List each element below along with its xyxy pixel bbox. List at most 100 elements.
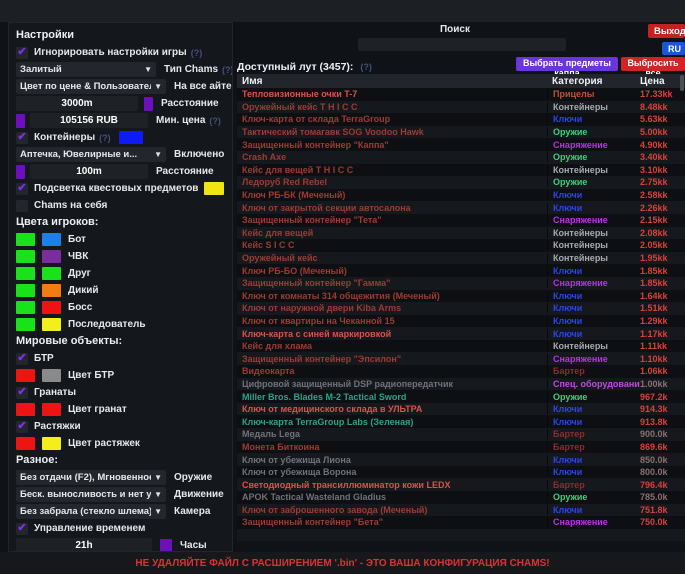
header-price[interactable]: Цена — [640, 76, 685, 87]
table-row[interactable]: Защищенный контейнер "Бета" Снаряжение 7… — [237, 516, 685, 529]
table-row[interactable]: Цифровой защищенный DSP радиопередатчик … — [237, 378, 685, 391]
help-icon[interactable]: (?) — [360, 62, 372, 72]
item-name: Кейс для вещей — [237, 228, 547, 238]
weapon-dropdown[interactable]: Без отдачи (F2), Мгновенное п ▼ — [16, 470, 166, 485]
table-row[interactable]: Кейс для вещей T H I C C Контейнеры 3.10… — [237, 164, 685, 177]
help-icon[interactable]: (?) — [191, 48, 203, 58]
checkbox[interactable]: ✔ — [16, 421, 28, 433]
checkbox[interactable]: ✔ — [16, 387, 28, 399]
containers-color-swatch[interactable] — [119, 131, 143, 144]
help-icon[interactable]: (?) — [209, 116, 221, 126]
color-swatch-secondary[interactable] — [42, 403, 61, 416]
table-row[interactable]: Кейс для вещей Контейнеры 2.08kk — [237, 227, 685, 240]
color-swatch-primary[interactable] — [16, 250, 35, 263]
hours-input[interactable]: 21h — [16, 538, 152, 552]
table-row[interactable]: Тактический томагавк SOG Voodoo Hawk Ору… — [237, 126, 685, 139]
table-row[interactable]: APOK Tactical Wasteland Gladius Оружие 7… — [237, 491, 685, 504]
table-row[interactable]: Светодиодный трансиллюминатор кожи LEDX … — [237, 478, 685, 491]
table-row[interactable]: Кейс S I C C Контейнеры 2.05kk — [237, 239, 685, 252]
table-row[interactable]: Тепловизионные очки T-7 Прицелы 17.33kk — [237, 88, 685, 101]
color-swatch-primary[interactable] — [16, 318, 35, 331]
movement-dropdown[interactable]: Беск. выносливость и нет уста ▼ — [16, 487, 166, 502]
item-category: Снаряжение — [547, 215, 640, 225]
table-row[interactable]: Защищенный контейнер "Эпсилон" Снаряжени… — [237, 352, 685, 365]
table-row[interactable]: Ключ от медицинского склада в УЛЬТРА Клю… — [237, 403, 685, 416]
color-swatch-secondary[interactable] — [42, 369, 61, 382]
exit-button[interactable]: Выход — [648, 24, 685, 38]
table-row[interactable]: Защищенный контейнер "Каппа" Снаряжение … — [237, 138, 685, 151]
color-swatch-primary[interactable] — [16, 369, 35, 382]
chams-type-dropdown[interactable]: Залитый ▼ — [16, 62, 156, 77]
table-row[interactable]: Ключ-карта с синей маркировкой Ключи 1.1… — [237, 327, 685, 340]
min-price-row: 105156 RUB Мин. цена (?) — [16, 113, 225, 128]
table-row[interactable]: Miller Bros. Blades M-2 Tactical Sword О… — [237, 390, 685, 403]
time-control-checkbox[interactable]: ✔ — [16, 523, 28, 535]
table-row[interactable]: Оружейный кейс Контейнеры 1.95kk — [237, 252, 685, 265]
drop-all-button[interactable]: Выбросить все — [621, 57, 685, 71]
color-swatch-secondary[interactable] — [42, 250, 61, 263]
scrollbar-thumb[interactable] — [680, 75, 684, 91]
table-row[interactable]: Защищенный контейнер "Тета" Снаряжение 2… — [237, 214, 685, 227]
table-row[interactable]: Ключ от наружной двери Kiba Arms Ключи 1… — [237, 302, 685, 315]
color-swatch-secondary[interactable] — [42, 301, 61, 314]
meds-distance-input[interactable]: 100m — [30, 164, 148, 179]
meds-dropdown[interactable]: Аптечка, Ювелирные и... ▼ — [16, 147, 166, 162]
item-price: 750.0k — [640, 517, 685, 527]
table-row[interactable]: Видеокарта Бартер 1.06kk — [237, 365, 685, 378]
item-name: Монета Биткоина — [237, 442, 547, 452]
color-swatch-secondary[interactable] — [42, 267, 61, 280]
min-price-color-swatch[interactable] — [16, 114, 25, 128]
color-pair-row: Последователь — [16, 317, 225, 332]
table-row[interactable]: Ключ-карта TerraGroup Labs (Зеленая) Клю… — [237, 415, 685, 428]
ignore-game-settings-checkbox[interactable]: ✔ — [16, 47, 28, 59]
table-row[interactable]: Ключ от квартиры на Чеканной 15 Ключи 1.… — [237, 315, 685, 328]
distance-color-swatch[interactable] — [144, 97, 153, 111]
color-swatch-primary[interactable] — [16, 403, 35, 416]
color-swatch-secondary[interactable] — [42, 233, 61, 246]
quest-highlight-color-swatch[interactable] — [204, 182, 224, 195]
table-row[interactable]: Ключ от комнаты 314 общежития (Меченый) … — [237, 290, 685, 303]
min-price-input[interactable]: 105156 RUB — [30, 113, 148, 128]
color-mode-dropdown[interactable]: Цвет по цене & Пользователь ▼ — [16, 79, 166, 94]
camera-dropdown[interactable]: Без забрала (стекло шлема) ▼ — [16, 504, 166, 519]
movement-label: Движение — [174, 489, 224, 500]
table-row[interactable]: Ключ РБ-БО (Меченый) Ключи 1.85kk — [237, 264, 685, 277]
containers-checkbox[interactable]: ✔ — [16, 132, 28, 144]
help-icon[interactable]: (?) — [222, 65, 233, 75]
color-swatch-primary[interactable] — [16, 301, 35, 314]
table-row[interactable]: Защищенный контейнер "Гамма" Снаряжение … — [237, 277, 685, 290]
meds-distance-color-swatch[interactable] — [16, 165, 25, 179]
header-category[interactable]: Категория — [547, 76, 640, 87]
table-row[interactable]: Ключ РБ-БК (Меченый) Ключи 2.58kk — [237, 189, 685, 202]
self-chams-checkbox[interactable]: ✔ — [16, 200, 28, 212]
help-icon[interactable]: (?) — [99, 133, 111, 143]
checkbox[interactable]: ✔ — [16, 353, 28, 365]
item-name: Ключ от убежища Ворона — [237, 467, 547, 477]
table-row[interactable]: Ключ от убежища Лиона Ключи 850.0k — [237, 453, 685, 466]
table-row[interactable]: Ключ-карта от склада TerraGroup Ключи 5.… — [237, 113, 685, 126]
table-row[interactable] — [237, 529, 685, 542]
table-row[interactable]: Медаль Lega Бартер 900.0k — [237, 428, 685, 441]
color-swatch-primary[interactable] — [16, 437, 35, 450]
header-name[interactable]: Имя — [237, 76, 547, 87]
color-swatch-secondary[interactable] — [42, 284, 61, 297]
table-row[interactable]: Ключ от заброшенного завода (Меченый) Кл… — [237, 504, 685, 517]
table-row[interactable]: Ключ от убежища Ворона Ключи 800.0k — [237, 466, 685, 479]
table-row[interactable]: Ледоруб Red Rebel Оружие 2.75kk — [237, 176, 685, 189]
quest-highlight-checkbox[interactable]: ✔ — [16, 183, 28, 195]
color-swatch-secondary[interactable] — [42, 318, 61, 331]
distance-input[interactable]: 3000m — [16, 96, 138, 111]
table-row[interactable]: Монета Биткоина Бартер 869.6k — [237, 441, 685, 454]
color-swatch-secondary[interactable] — [42, 437, 61, 450]
color-swatch-primary[interactable] — [16, 284, 35, 297]
table-row[interactable]: Crash Axe Оружие 3.40kk — [237, 151, 685, 164]
language-button[interactable]: RU — [662, 42, 685, 55]
color-swatch-primary[interactable] — [16, 233, 35, 246]
table-row[interactable]: Ключ от закрытой секции автосалона Ключи… — [237, 201, 685, 214]
table-row[interactable]: Оружейный кейс T H I C C Контейнеры 8.48… — [237, 101, 685, 114]
search-input[interactable] — [358, 38, 566, 51]
select-kappa-items-button[interactable]: Выбрать предметы каппа — [516, 57, 618, 71]
hours-color-swatch[interactable] — [160, 539, 172, 553]
color-swatch-primary[interactable] — [16, 267, 35, 280]
table-row[interactable]: Кейс для хлама Контейнеры 1.11kk — [237, 340, 685, 353]
